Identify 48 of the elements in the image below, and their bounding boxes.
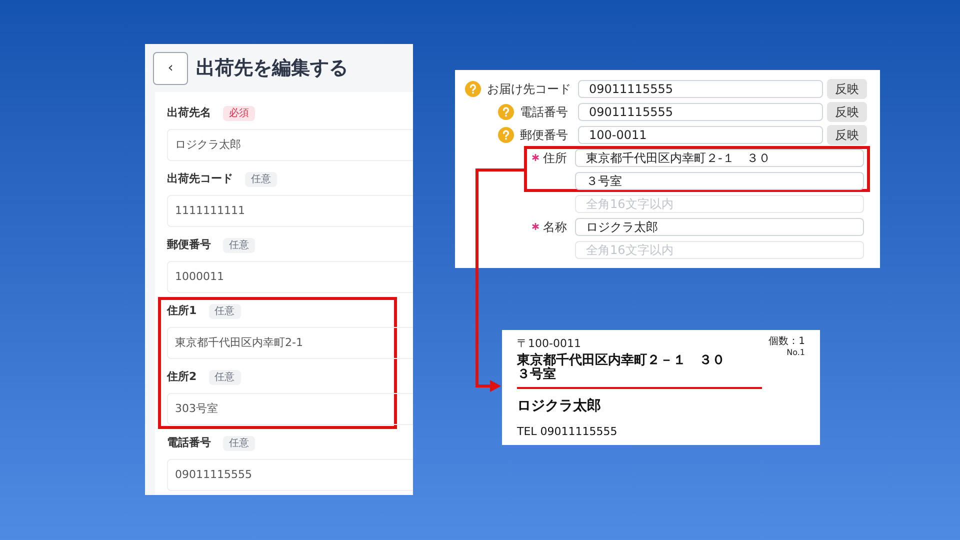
input-field[interactable]: ロジクラ太郎	[575, 218, 864, 236]
input-field[interactable]: 東京都千代田区内幸町2-1	[167, 327, 413, 359]
apply-button[interactable]: 反映	[827, 78, 867, 98]
field-label: 郵便番号	[520, 126, 568, 144]
required-asterisk-icon	[532, 154, 539, 161]
field-label: 住所2	[167, 368, 197, 385]
input-field[interactable]: 東京都千代田区内幸町２-１ ３０	[575, 148, 864, 166]
input-field[interactable]: 1111111111	[167, 195, 413, 227]
label-number: No.1	[786, 348, 805, 358]
field-tag: 任意	[223, 238, 255, 252]
input-field[interactable]: 09011115555	[578, 102, 823, 120]
field-label: 名称	[543, 218, 567, 236]
input-field[interactable]: 1000011	[167, 261, 413, 293]
postal-code: 〒100-0011	[517, 336, 581, 352]
field-label: 電話番号	[520, 104, 568, 120]
field-label: 電話番号	[167, 434, 211, 451]
phone-number: TEL 09011115555	[517, 424, 618, 440]
field-tag: 任意	[245, 172, 277, 186]
apply-button[interactable]: 反映	[827, 124, 867, 144]
field-tag: 任意	[223, 436, 255, 450]
field-tag: 任意	[208, 304, 241, 318]
input-field[interactable]: 09011115555	[167, 459, 413, 491]
input-field[interactable]: 303号室	[167, 393, 413, 425]
help-icon[interactable]	[498, 126, 514, 142]
input-field[interactable]: 100-0011	[578, 126, 823, 144]
required-asterisk-icon	[532, 223, 539, 230]
apply-button[interactable]: 反映	[827, 102, 867, 122]
address-line: ３号室	[517, 368, 557, 382]
field-tag: 必須	[223, 106, 255, 120]
field-label: 出荷先名	[167, 104, 211, 121]
input-field[interactable]: ３号室	[575, 172, 864, 190]
help-icon[interactable]	[498, 104, 514, 120]
field-label: お届け先コード	[487, 80, 571, 98]
field-tag: 任意	[208, 370, 241, 384]
field-label: 出荷先コード	[167, 170, 233, 187]
back-button[interactable]: ‹	[153, 52, 188, 84]
input-field[interactable]: 全角16文字以内	[575, 194, 864, 212]
field-label: 住所	[543, 150, 567, 166]
page-title: 出荷先を編集する	[196, 56, 348, 81]
recipient-name: ロジクラ太郎	[517, 396, 602, 416]
field-label: 住所1	[167, 302, 197, 319]
help-icon[interactable]	[465, 80, 481, 96]
input-field[interactable]: 全角16文字以内	[575, 240, 864, 258]
piece-count: 個数：1	[768, 336, 805, 348]
address-line: 東京都千代田区内幸町２－１ ３０	[517, 354, 726, 368]
input-field[interactable]: ロジクラ太郎	[167, 129, 413, 161]
field-label: 郵便番号	[167, 236, 211, 253]
input-field[interactable]: 09011115555	[578, 80, 823, 98]
